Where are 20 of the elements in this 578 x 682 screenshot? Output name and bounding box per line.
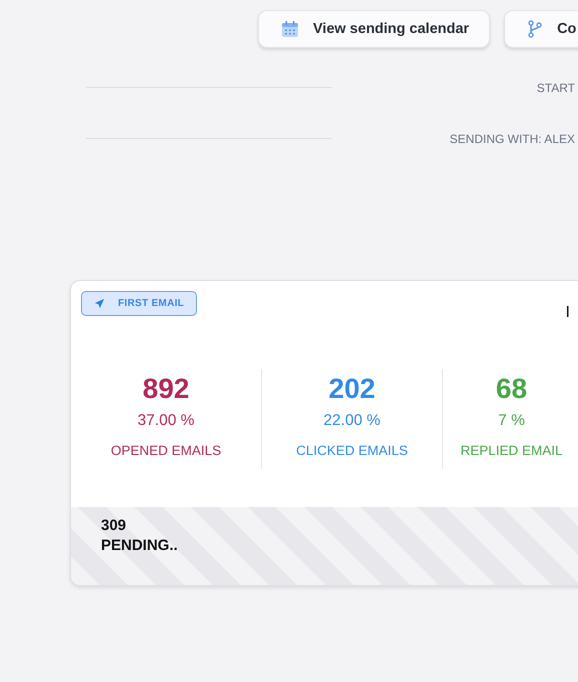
stat-label: CLICKED EMAILS bbox=[296, 443, 408, 458]
stat-percent: 37.00 % bbox=[138, 412, 194, 430]
toolbar-button[interactable]: Co bbox=[504, 10, 578, 48]
branch-icon bbox=[527, 20, 544, 38]
stat-count: 68 bbox=[496, 373, 528, 405]
stat-percent: 7 % bbox=[498, 412, 525, 430]
stat-percent: 22.00 % bbox=[324, 412, 380, 430]
pending-count: 309 bbox=[101, 517, 126, 534]
info-label: SENDING WITH: ALEX bbox=[448, 132, 576, 146]
toolbar-button[interactable]: View sending calendar bbox=[258, 10, 490, 48]
stat-label: OPENED EMAILS bbox=[110, 443, 222, 458]
stat-label: REPLIED EMAIL bbox=[460, 443, 563, 458]
calendar-icon bbox=[281, 20, 299, 38]
info-label: START bbox=[536, 80, 576, 94]
badge-label: FIRST EMAIL bbox=[118, 298, 184, 309]
step-title: I bbox=[566, 304, 570, 322]
pending-label: PENDING.. bbox=[101, 537, 178, 554]
stat-count: 892 bbox=[142, 373, 190, 405]
stat-count: 202 bbox=[328, 373, 376, 405]
send-icon bbox=[94, 298, 105, 309]
